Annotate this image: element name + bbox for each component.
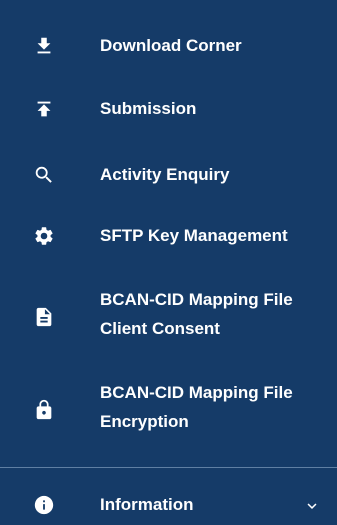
sidebar-item-label: SFTP Key Management: [100, 226, 288, 245]
file-document-icon: [32, 305, 56, 329]
sidebar-item-information[interactable]: Information: [0, 485, 337, 525]
gear-icon: [32, 224, 56, 248]
search-icon: [32, 163, 56, 187]
sidebar-item-sftp-key-management[interactable]: SFTP Key Management: [0, 216, 337, 256]
sidebar-item-label: BCAN-CID Mapping File: [100, 383, 293, 402]
sidebar-item-label: Submission: [100, 99, 197, 118]
sidebar-item-submission[interactable]: Submission: [0, 89, 337, 129]
sidebar-item-label: Download Corner: [100, 36, 242, 55]
sidebar-item-label: Encryption: [100, 412, 189, 431]
sidebar-item-download-corner[interactable]: Download Corner: [0, 26, 337, 66]
sidebar-item-label: Activity Enquiry: [100, 165, 230, 184]
sidebar-item-bcan-cid-encryption[interactable]: BCAN-CID Mapping File Encryption: [0, 376, 337, 440]
sidebar-item-label: Client Consent: [100, 319, 220, 338]
sidebar-item-bcan-cid-client-consent[interactable]: BCAN-CID Mapping File Client Consent: [0, 283, 337, 347]
download-icon: [32, 34, 56, 58]
info-icon: [32, 493, 56, 517]
sidebar-item-label: BCAN-CID Mapping File: [100, 290, 293, 309]
lock-icon: [32, 398, 56, 422]
sidebar-item-label: Information: [100, 495, 194, 514]
sidebar-divider: [0, 467, 337, 468]
sidebar-nav: Download Corner Submission Activity Enqu…: [0, 0, 337, 525]
upload-icon: [32, 97, 56, 121]
chevron-down-icon[interactable]: [302, 496, 322, 516]
sidebar-item-activity-enquiry[interactable]: Activity Enquiry: [0, 155, 337, 195]
